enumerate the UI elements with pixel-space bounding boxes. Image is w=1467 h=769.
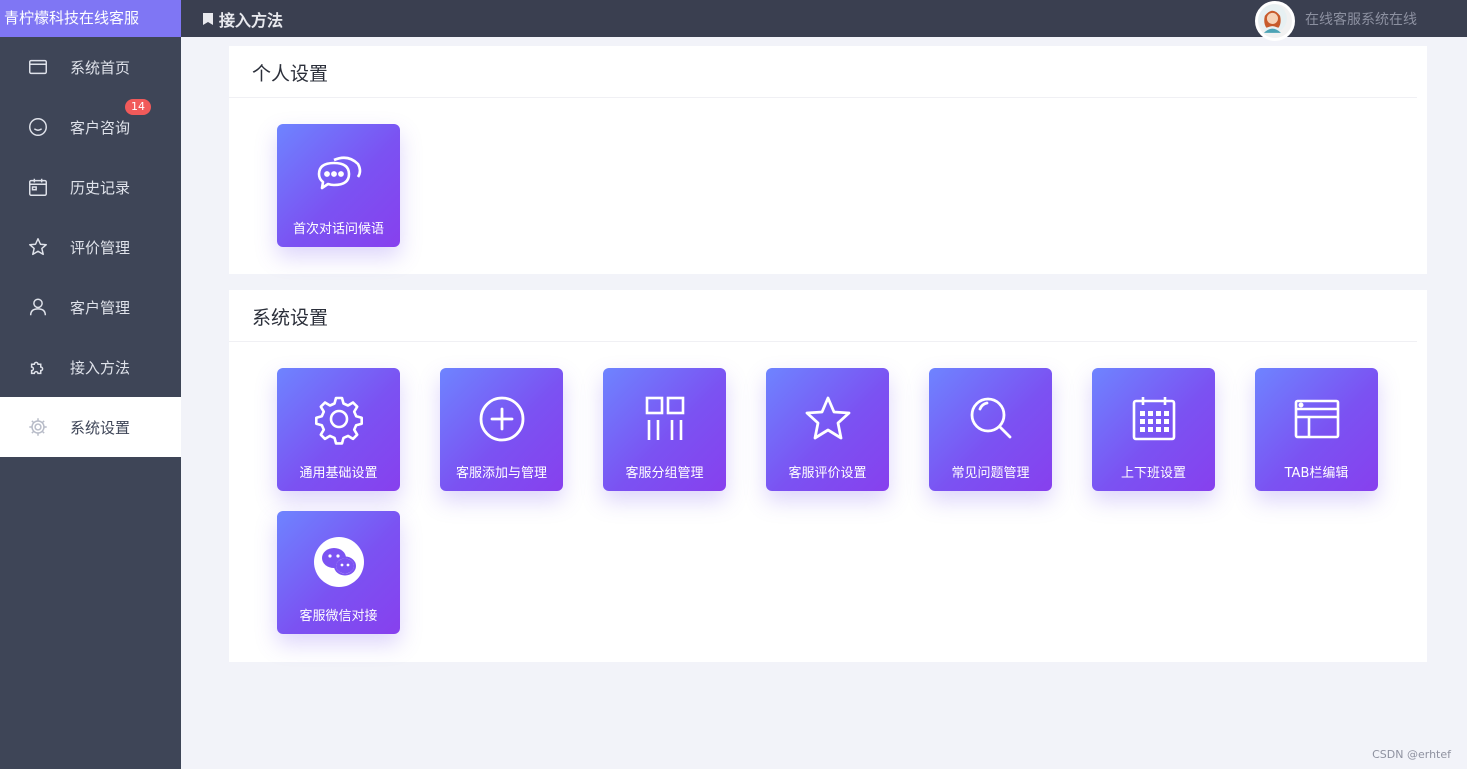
- tile-label: 客服添加与管理: [455, 466, 547, 481]
- sidebar-item-label: 评价管理: [70, 238, 131, 257]
- sidebar-item-label: 客户管理: [70, 298, 131, 317]
- header-user-area: 在线客服系统在线: [1255, 0, 1417, 41]
- sidebar-item-label: 系统首页: [70, 58, 131, 77]
- tile-agent-groups[interactable]: 客服分组管理: [603, 368, 726, 491]
- tile-tab-editor[interactable]: TAB栏编辑: [1255, 368, 1378, 491]
- sidebar-item-label: 接入方法: [70, 358, 131, 377]
- tile-label: 常见问题管理: [951, 466, 1030, 481]
- chat-bubbles-icon: [312, 148, 366, 202]
- sidebar-item-access[interactable]: 接入方法: [0, 337, 181, 397]
- window-icon: [1290, 392, 1344, 446]
- tile-label: 首次对话问候语: [292, 222, 384, 237]
- star-icon: [801, 392, 855, 446]
- tile-faq-management[interactable]: 常见问题管理: [929, 368, 1052, 491]
- sidebar-item-label: 客户咨询: [70, 118, 131, 137]
- bookmark-icon: [203, 12, 213, 25]
- tile-work-schedule[interactable]: 上下班设置: [1092, 368, 1215, 491]
- top-header: 接入方法 在线客服系统在线: [181, 0, 1467, 41]
- tile-greeting[interactable]: 首次对话问候语: [277, 124, 400, 247]
- avatar[interactable]: [1255, 0, 1295, 41]
- sidebar-item-consult[interactable]: 客户咨询 14: [0, 97, 181, 157]
- calendar-icon: [26, 175, 50, 199]
- calendar-icon: [1127, 392, 1181, 446]
- tile-agent-ratings[interactable]: 客服评价设置: [766, 368, 889, 491]
- section-title: 系统设置: [229, 290, 1417, 342]
- tile-label: TAB栏编辑: [1284, 466, 1349, 481]
- tile-wechat-integration[interactable]: 客服微信对接: [277, 511, 400, 634]
- sidebar-item-settings[interactable]: 系统设置: [0, 397, 181, 457]
- chat-bubble-icon: [26, 115, 50, 139]
- tile-label: 客服评价设置: [788, 466, 867, 481]
- section-title: 个人设置: [229, 46, 1417, 98]
- sidebar-item-home[interactable]: 系统首页: [0, 37, 181, 97]
- system-settings-panel: 系统设置 通用基础设置 客服添加与管理 客服分组管理 客服评价设置 常见问题管理…: [229, 290, 1427, 662]
- user-icon: [26, 295, 50, 319]
- puzzle-icon: [26, 355, 50, 379]
- breadcrumb: 接入方法: [201, 0, 283, 37]
- tile-agent-management[interactable]: 客服添加与管理: [440, 368, 563, 491]
- sidebar-item-label: 历史记录: [70, 178, 131, 197]
- breadcrumb-current: 接入方法: [219, 10, 284, 30]
- service-status-text: 在线客服系统在线: [1305, 11, 1417, 28]
- gear-icon: [26, 415, 50, 439]
- wechat-icon: [312, 535, 366, 589]
- gear-icon: [312, 392, 366, 446]
- tile-label: 客服微信对接: [299, 609, 378, 624]
- sidebar-item-label: 系统设置: [70, 418, 131, 437]
- sidebar-item-history[interactable]: 历史记录: [0, 157, 181, 217]
- window-icon: [26, 55, 50, 79]
- search-icon: [964, 392, 1018, 446]
- tile-label: 上下班设置: [1120, 466, 1186, 481]
- sidebar-nav: 系统首页 客户咨询 14 历史记录 评价管理 客户管理 接入方法 系统设置: [0, 37, 181, 457]
- watermark: CSDN @erhtef: [1372, 748, 1451, 761]
- star-icon: [26, 235, 50, 259]
- personal-settings-panel: 个人设置 首次对话问候语: [229, 46, 1427, 274]
- tile-label: 通用基础设置: [299, 466, 378, 481]
- group-icon: [638, 392, 692, 446]
- brand-title: 青柠檬科技在线客服: [0, 0, 181, 37]
- tile-general-settings[interactable]: 通用基础设置: [277, 368, 400, 491]
- sidebar-item-customers[interactable]: 客户管理: [0, 277, 181, 337]
- app-root: 青柠檬科技在线客服 系统首页 客户咨询 14 历史记录 评价管理 客户管理 接入…: [0, 0, 1467, 769]
- sidebar: 青柠檬科技在线客服 系统首页 客户咨询 14 历史记录 评价管理 客户管理 接入…: [0, 0, 181, 769]
- sidebar-item-ratings[interactable]: 评价管理: [0, 217, 181, 277]
- plus-circle-icon: [475, 392, 529, 446]
- unread-badge: 14: [125, 99, 151, 115]
- tile-label: 客服分组管理: [625, 466, 704, 481]
